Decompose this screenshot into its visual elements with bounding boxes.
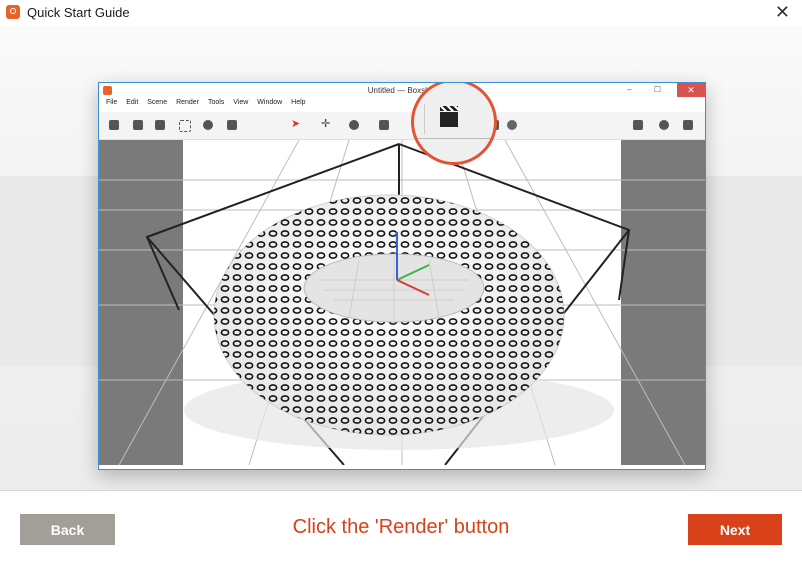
window-titlebar: Quick Start Guide ✕ <box>0 0 802 26</box>
sphere-icon <box>155 120 165 130</box>
scale-icon <box>379 120 389 130</box>
app-logo-icon <box>6 5 20 19</box>
rotate-icon <box>349 120 359 130</box>
screenshot-title: Untitled — Boxshot <box>367 86 437 95</box>
screenshot-close-icon: ✕ <box>677 83 705 97</box>
menu-help: Help <box>291 99 306 106</box>
add-object-icon <box>683 120 693 130</box>
add-sphere-icon <box>659 120 669 130</box>
menu-tools: Tools <box>207 99 225 106</box>
footer-bar: Back Click the 'Render' button Next <box>0 490 802 568</box>
cube-icon <box>133 120 143 130</box>
window-title: Quick Start Guide <box>27 5 130 20</box>
menu-scene: Scene <box>147 99 168 106</box>
move-icon: ✛ <box>321 118 331 130</box>
render-button-magnifier <box>411 83 497 165</box>
menu-view: View <box>233 99 249 106</box>
next-button[interactable]: Next <box>688 514 782 545</box>
tree-icon <box>109 120 119 130</box>
screenshot-menubar: File Edit Scene Render Tools View Window… <box>99 99 705 112</box>
light-icon <box>507 120 517 130</box>
menu-file: File <box>106 99 118 106</box>
back-button[interactable]: Back <box>20 514 115 545</box>
camera-icon <box>227 120 237 130</box>
3d-viewport <box>99 140 705 465</box>
menu-edit: Edit <box>126 99 139 106</box>
magnifier-toolbar-edge <box>414 138 494 139</box>
magnifier-divider <box>424 104 425 134</box>
guide-stage: Untitled — Boxshot – ☐ ✕ File Edit Scene… <box>0 26 802 490</box>
screenshot-toolbar: ➤ ✛ <box>99 112 705 140</box>
screenshot-window-controls: – ☐ <box>627 85 671 94</box>
app-screenshot: Untitled — Boxshot – ☐ ✕ File Edit Scene… <box>98 82 706 470</box>
gear-icon <box>203 120 213 130</box>
pointer-icon: ➤ <box>291 118 301 130</box>
scene-render <box>99 140 705 465</box>
add-cube-icon <box>633 120 643 130</box>
close-icon[interactable]: ✕ <box>775 3 790 21</box>
screenshot-titlebar: Untitled — Boxshot – ☐ ✕ <box>99 83 705 99</box>
menu-render: Render <box>176 99 200 106</box>
render-clapper-icon-magnified <box>440 106 458 127</box>
frame-icon <box>179 120 191 132</box>
step-instruction: Click the 'Render' button <box>292 516 510 538</box>
menu-window: Window <box>257 99 283 106</box>
